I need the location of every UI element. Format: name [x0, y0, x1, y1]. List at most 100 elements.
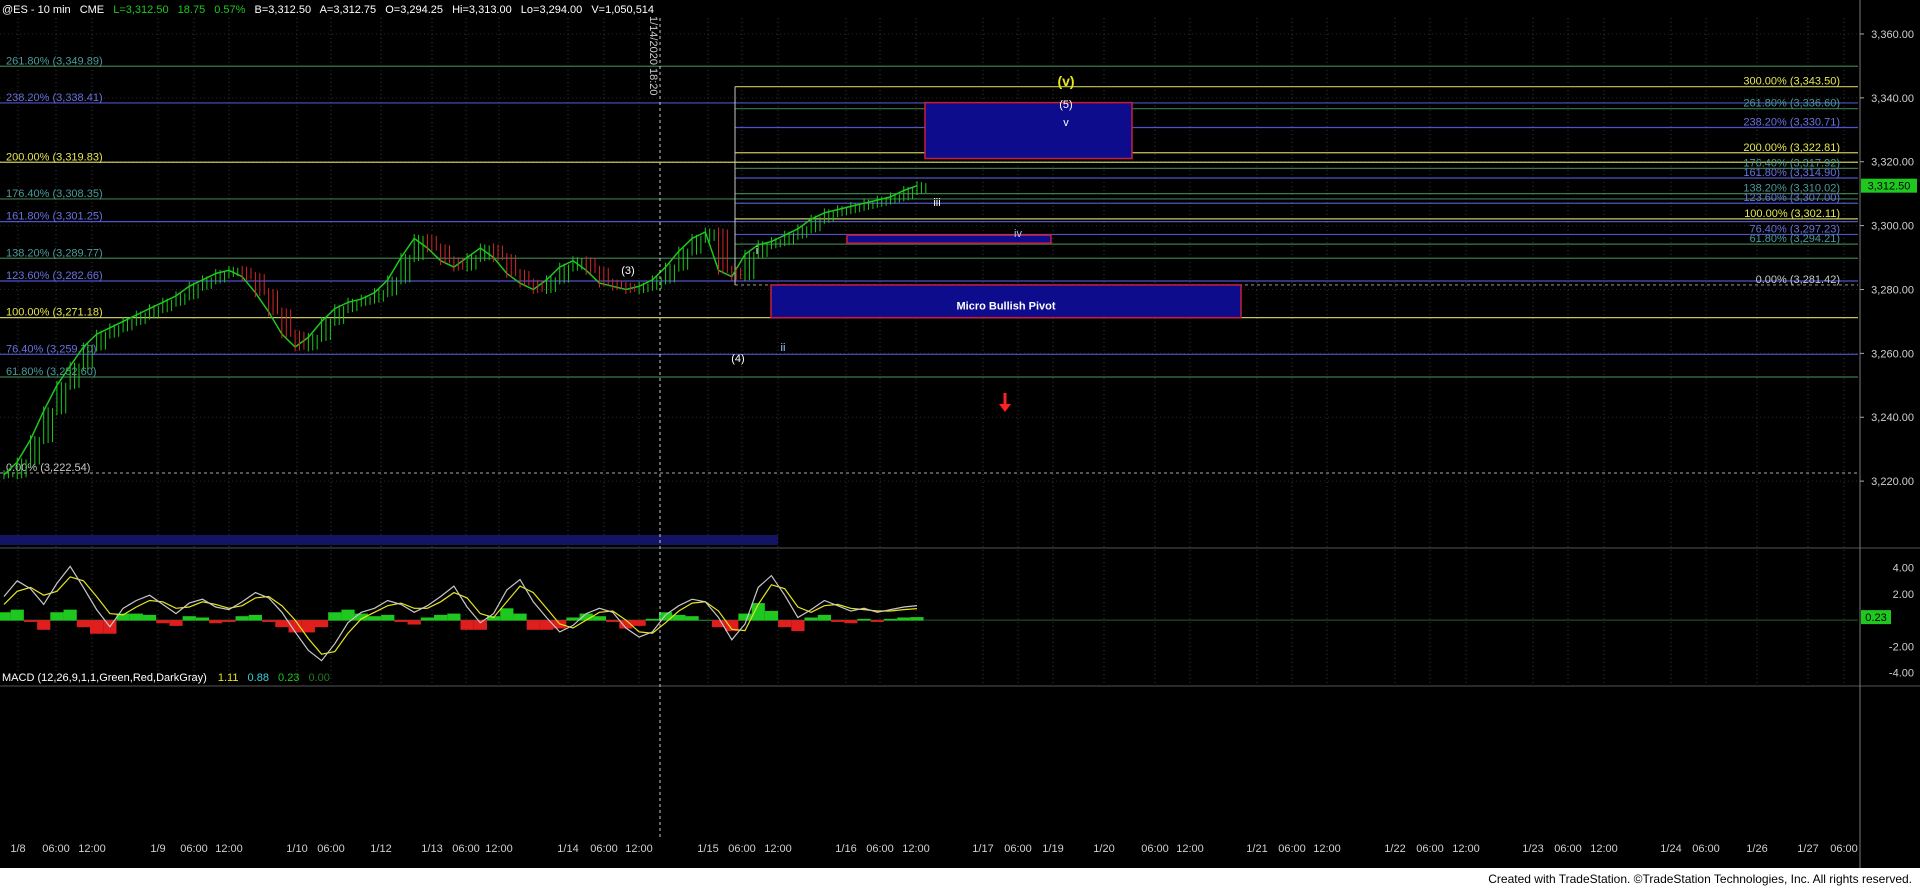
- macd-y-tick-label: 2.00: [1893, 589, 1914, 601]
- footer-text: Created with TradeStation. ©TradeStation…: [1488, 872, 1912, 886]
- macd-histogram-bar: [142, 614, 157, 621]
- x-tick-label: 12:00: [1176, 843, 1204, 855]
- macd-histogram-bar: [222, 620, 236, 622]
- x-tick-label: 1/24: [1660, 843, 1681, 855]
- cursor-time-label: 1/14/2020 18:20: [647, 16, 659, 96]
- macd-histogram-bar: [328, 612, 342, 621]
- macd-histogram-bar: [566, 617, 580, 621]
- wave-label: (v): [1057, 73, 1074, 89]
- x-tick-label: 1/12: [370, 843, 391, 855]
- x-tick-label: 12:00: [1313, 843, 1341, 855]
- y-tick-label: 3,260.00: [1871, 348, 1914, 360]
- macd-histogram-bar: [23, 620, 38, 622]
- zone-label: Micro Bullish Pivot: [956, 300, 1055, 312]
- x-tick-label: 12:00: [215, 843, 243, 855]
- y-tick-label: 3,320.00: [1871, 157, 1914, 169]
- pct-change: 0.57%: [214, 4, 245, 16]
- x-tick-label: 1/13: [421, 843, 442, 855]
- y-tick-label: 3,220.00: [1871, 476, 1914, 488]
- macd-histogram-bar: [0, 612, 11, 621]
- bid-price: B=3,312.50: [255, 4, 312, 16]
- macd-histogram-bar: [791, 620, 805, 632]
- x-tick-label: 12:00: [485, 843, 513, 855]
- x-tick-label: 1/9: [150, 843, 165, 855]
- y-tick-label: 3,360.00: [1871, 29, 1914, 41]
- macd-histogram-bar: [301, 620, 315, 633]
- x-tick-label: 06:00: [728, 843, 756, 855]
- macd-histogram-bar: [63, 609, 77, 621]
- macd-histogram-bar: [883, 618, 898, 621]
- macd-histogram-bar: [473, 620, 487, 630]
- wave-label: (4): [731, 353, 744, 365]
- exchange-label: CME: [80, 4, 104, 16]
- macd-histogram-bar: [156, 620, 170, 624]
- macd-histogram-bar: [645, 618, 659, 621]
- low-price: Lo=3,294.00: [521, 4, 582, 16]
- wave-label: iv: [1014, 228, 1022, 240]
- fib-label-left: 123.60% (3,282.66): [6, 270, 103, 282]
- fib-label-left: 238.20% (3,338.41): [6, 92, 103, 104]
- x-tick-label: 1/23: [1522, 843, 1543, 855]
- macd-histogram-bar: [129, 613, 143, 621]
- x-tick-label: 1/10: [286, 843, 307, 855]
- macd-histogram-bar: [738, 613, 752, 621]
- macd-histogram-bar: [526, 620, 540, 630]
- macd-histogram-bar: [751, 603, 765, 621]
- macd-histogram-bar: [830, 620, 845, 622]
- macd-histogram-bar: [195, 617, 210, 621]
- macd-histogram-bar: [420, 617, 435, 621]
- macd-value: 1.11: [218, 672, 239, 684]
- macd-histogram-bar: [10, 609, 24, 621]
- target-zone: [924, 101, 1133, 160]
- macd-header: MACD (12,26,9,1,1,Green,Red,DarkGray) 1.…: [2, 672, 330, 684]
- fib-label-left: 261.80% (3,349.89): [6, 55, 103, 67]
- x-tick-label: 1/21: [1246, 843, 1267, 855]
- y-tick-label: 3,280.00: [1871, 284, 1914, 296]
- macd-histogram-bar: [910, 617, 924, 621]
- x-tick-label: 1/14: [557, 843, 578, 855]
- macd-histogram-bar: [90, 620, 104, 634]
- volume: V=1,050,514: [591, 4, 654, 16]
- macd-histogram-bar: [235, 616, 249, 621]
- x-tick-label: 06:00: [1141, 843, 1169, 855]
- x-tick-label: 12:00: [1590, 843, 1618, 855]
- x-tick-label: 12:00: [1452, 843, 1480, 855]
- signal-value: 0.88: [248, 672, 269, 684]
- x-tick-label: 1/15: [697, 843, 718, 855]
- x-tick-label: 1/22: [1384, 843, 1405, 855]
- symbol-label: @ES - 10 min: [2, 4, 71, 16]
- macd-histogram-bar: [407, 620, 421, 625]
- macd-histogram-bar: [857, 618, 871, 621]
- fib-label-right: 200.00% (3,322.81): [1743, 142, 1840, 154]
- macd-histogram-bar: [248, 614, 263, 621]
- hist-value: 0.23: [278, 672, 299, 684]
- net-change: 18.75: [178, 4, 206, 16]
- x-tick-label: 1/16: [835, 843, 856, 855]
- fib-label-right: 238.20% (3,330.71): [1743, 117, 1840, 129]
- macd-histogram-bar: [434, 614, 448, 621]
- wave-label: ii: [781, 342, 786, 354]
- x-tick-label: 1/27: [1797, 843, 1818, 855]
- y-tick-label: 3,240.00: [1871, 412, 1914, 424]
- macd-histogram-bar: [37, 620, 51, 630]
- x-tick-label: 12:00: [902, 843, 930, 855]
- macd-histogram-bar: [76, 620, 91, 628]
- chart-canvas[interactable]: 261.80% (3,349.89) 238.20% (3,338.41) 200.…: [0, 0, 1920, 868]
- macd-histogram-bar: [804, 617, 818, 621]
- ask-price: A=3,312.75: [320, 4, 377, 16]
- macd-histogram-bar: [460, 620, 474, 630]
- y-tick-label: 3,300.00: [1871, 221, 1914, 233]
- y-tick-label: 3,340.00: [1871, 93, 1914, 105]
- fib-label-right: 0.00% (3,281.42): [1756, 274, 1840, 286]
- last-price: L=3,312.50: [113, 4, 168, 16]
- fib-label-left: 100.00% (3,271.18): [6, 307, 103, 319]
- wave-label: (3): [621, 265, 634, 277]
- last-price-badge-label: 3,312.50: [1868, 181, 1911, 193]
- high-price: Hi=3,313.00: [452, 4, 512, 16]
- x-tick-label: 06:00: [1830, 843, 1858, 855]
- fib-label-left: 0.00% (3,222.54): [6, 462, 90, 474]
- macd-histogram-bar: [685, 616, 699, 621]
- x-tick-label: 1/19: [1042, 843, 1063, 855]
- header-line: @ES - 10 min CME L=3,312.50 18.75 0.57% …: [2, 4, 654, 16]
- macd-histogram-bar: [447, 613, 461, 621]
